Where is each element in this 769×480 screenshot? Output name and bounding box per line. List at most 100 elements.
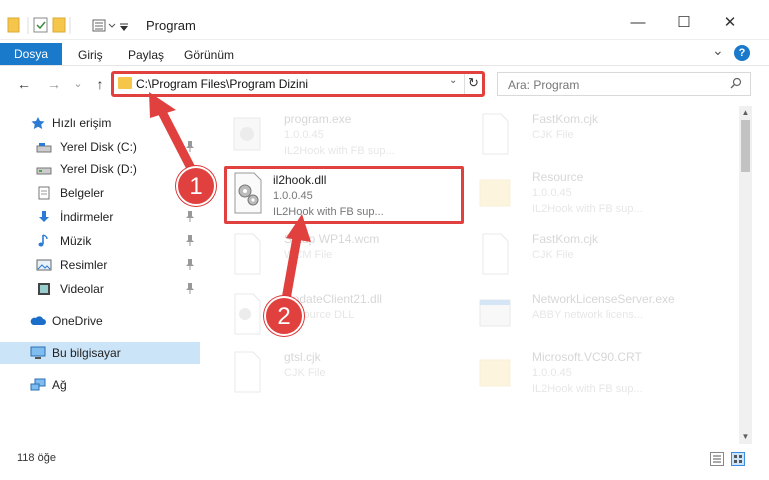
sidebar-item-downloads[interactable]: İndirmeler (0, 206, 200, 228)
drive-icon (36, 143, 52, 153)
scrollbar-thumb[interactable] (741, 120, 750, 172)
sidebar-item-quick-access[interactable]: Hızlı erişim (0, 112, 200, 134)
sidebar-item-label: Hızlı erişim (52, 116, 112, 130)
file-item-il2hook-dll[interactable]: il2hook.dll 1.0.0.45 IL2Hook with FB sup… (224, 166, 464, 224)
file-item[interactable]: Setup WP14.wcm WCM File (222, 228, 462, 286)
file-icon (234, 351, 261, 393)
sidebar-item-videos[interactable]: Videolar (0, 278, 200, 300)
file-description: IL2Hook with FB sup... (532, 203, 643, 215)
address-field[interactable]: C:\Program Files\Program Dizini ⌄ (114, 74, 464, 94)
file-name: Microsoft.VC90.CRT (532, 350, 642, 364)
ribbon-expand-button[interactable]: ⌄ (712, 42, 724, 59)
file-item[interactable]: NetworkLicenseServer.exe ABBY network li… (470, 288, 710, 346)
folder-icon (7, 17, 128, 34)
sidebar-item-network[interactable]: Ağ (0, 374, 200, 396)
up-button[interactable]: ↑ (90, 74, 110, 94)
documents-icon (38, 186, 50, 200)
close-button[interactable]: ✕ (707, 8, 753, 38)
file-description: IL2Hook with FB sup... (273, 206, 384, 218)
folder-icon (118, 77, 132, 89)
sidebar-item-disk-d[interactable]: Yerel Disk (D:) (0, 158, 200, 180)
address-text: C:\Program Files\Program Dizini (136, 77, 309, 91)
scroll-down-icon[interactable]: ▼ (739, 430, 752, 444)
details-view-button[interactable] (710, 452, 724, 466)
file-item[interactable]: Microsoft.VC90.CRT 1.0.0.45 IL2Hook with… (470, 346, 710, 404)
sidebar-item-documents[interactable]: Belgeler (0, 182, 200, 204)
sidebar-item-music[interactable]: Müzik (0, 230, 200, 252)
file-icon (482, 113, 509, 155)
sidebar-item-this-pc[interactable]: Bu bilgisayar (0, 342, 200, 364)
sidebar-item-disk-c[interactable]: Yerel Disk (C:) (0, 136, 200, 158)
file-item[interactable]: UpdateClient21.dll Resource DLL (222, 288, 462, 346)
pin-icon (185, 234, 195, 246)
music-icon (38, 234, 48, 247)
pin-icon (185, 282, 195, 294)
minimize-button[interactable]: — (615, 8, 661, 38)
file-name: il2hook.dll (273, 173, 327, 187)
dll-gear-icon (234, 172, 262, 214)
refresh-icon[interactable]: ↻ (468, 75, 482, 91)
help-icon: ? (738, 47, 746, 59)
file-version: 1.0.0.45 (273, 190, 313, 202)
scroll-up-icon[interactable]: ▲ (739, 106, 752, 120)
file-name: Setup WP14.wcm (284, 232, 380, 246)
file-icon (234, 233, 261, 275)
pin-icon (185, 140, 195, 152)
file-item[interactable]: FastKom.cjk CJK File (470, 228, 710, 286)
file-description: IL2Hook with FB sup... (284, 145, 395, 157)
file-icon (482, 233, 509, 275)
navigation-bar: ← → ⌄ ↑ C:\Program Files\Program Dizini … (0, 67, 769, 101)
file-version: 1.0.0.45 (532, 367, 572, 379)
file-item[interactable]: Resource 1.0.0.45 IL2Hook with FB sup... (470, 166, 710, 224)
help-button[interactable]: ? (734, 45, 750, 61)
sidebar-item-label: İndirmeler (60, 210, 114, 224)
network-icon (30, 378, 46, 391)
tab-dosya[interactable]: Dosya (0, 43, 62, 65)
sidebar-item-label: Belgeler (60, 186, 105, 200)
status-bar: 118 öğe (0, 446, 769, 480)
sidebar-item-label: Resimler (60, 258, 108, 272)
sidebar-item-label: Müzik (60, 234, 92, 248)
sidebar-item-pictures[interactable]: Resimler (0, 254, 200, 276)
search-icon (730, 77, 742, 89)
file-type: CJK File (284, 367, 326, 379)
step-1-badge: 1 (176, 166, 216, 206)
folder-icon (479, 179, 511, 207)
file-item[interactable]: program.exe 1.0.0.45 IL2Hook with FB sup… (222, 108, 462, 166)
sidebar-item-onedrive[interactable]: OneDrive (0, 310, 200, 332)
file-name: program.exe (284, 112, 352, 126)
exe-window-icon (479, 299, 511, 327)
ribbon: Dosya Giriş Paylaş Görünüm ⌄ ? (0, 40, 769, 66)
back-button[interactable]: ← (14, 74, 34, 94)
chevron-down-icon[interactable]: ⌄ (449, 75, 457, 86)
computer-icon (30, 346, 46, 359)
search-box[interactable]: Ara: Program (497, 72, 751, 96)
file-item[interactable]: gtsl.cjk CJK File (222, 346, 462, 404)
search-input[interactable]: Ara: Program (508, 78, 579, 92)
sidebar-item-label: OneDrive (52, 314, 103, 328)
file-list: program.exe 1.0.0.45 IL2Hook with FB sup… (210, 106, 736, 444)
file-name: FastKom.cjk (532, 232, 599, 246)
file-name: Resource (532, 170, 584, 184)
large-icons-view-button[interactable] (731, 452, 745, 466)
tab-giris[interactable]: Giriş (68, 44, 113, 66)
file-item[interactable]: FastKom.cjk CJK File (470, 108, 710, 166)
file-version: 1.0.0.45 (284, 129, 324, 141)
tiles-view-icon (734, 455, 742, 463)
file-type: ABBY network licens... (532, 309, 644, 321)
address-bar[interactable]: C:\Program Files\Program Dizini ⌄ ↻ (111, 71, 485, 97)
recent-locations-button[interactable]: ⌄ (68, 74, 88, 94)
sidebar-item-label: Videolar (60, 282, 104, 296)
folder-icon (479, 359, 511, 387)
navigation-pane: Hızlı erişim Yerel Disk (C:) Yerel Disk … (0, 106, 200, 442)
forward-button[interactable]: → (44, 74, 64, 94)
video-icon (38, 283, 50, 295)
drive-icon (36, 167, 52, 175)
file-type: WCM File (284, 249, 333, 261)
title-bar: Program — ☐ ✕ (0, 0, 769, 40)
vertical-scrollbar[interactable]: ▲ ▼ (739, 106, 752, 444)
tab-paylas[interactable]: Paylaş (118, 44, 174, 66)
tab-gorunum[interactable]: Görünüm (174, 44, 244, 66)
pin-icon (185, 210, 195, 222)
maximize-button[interactable]: ☐ (661, 8, 707, 38)
